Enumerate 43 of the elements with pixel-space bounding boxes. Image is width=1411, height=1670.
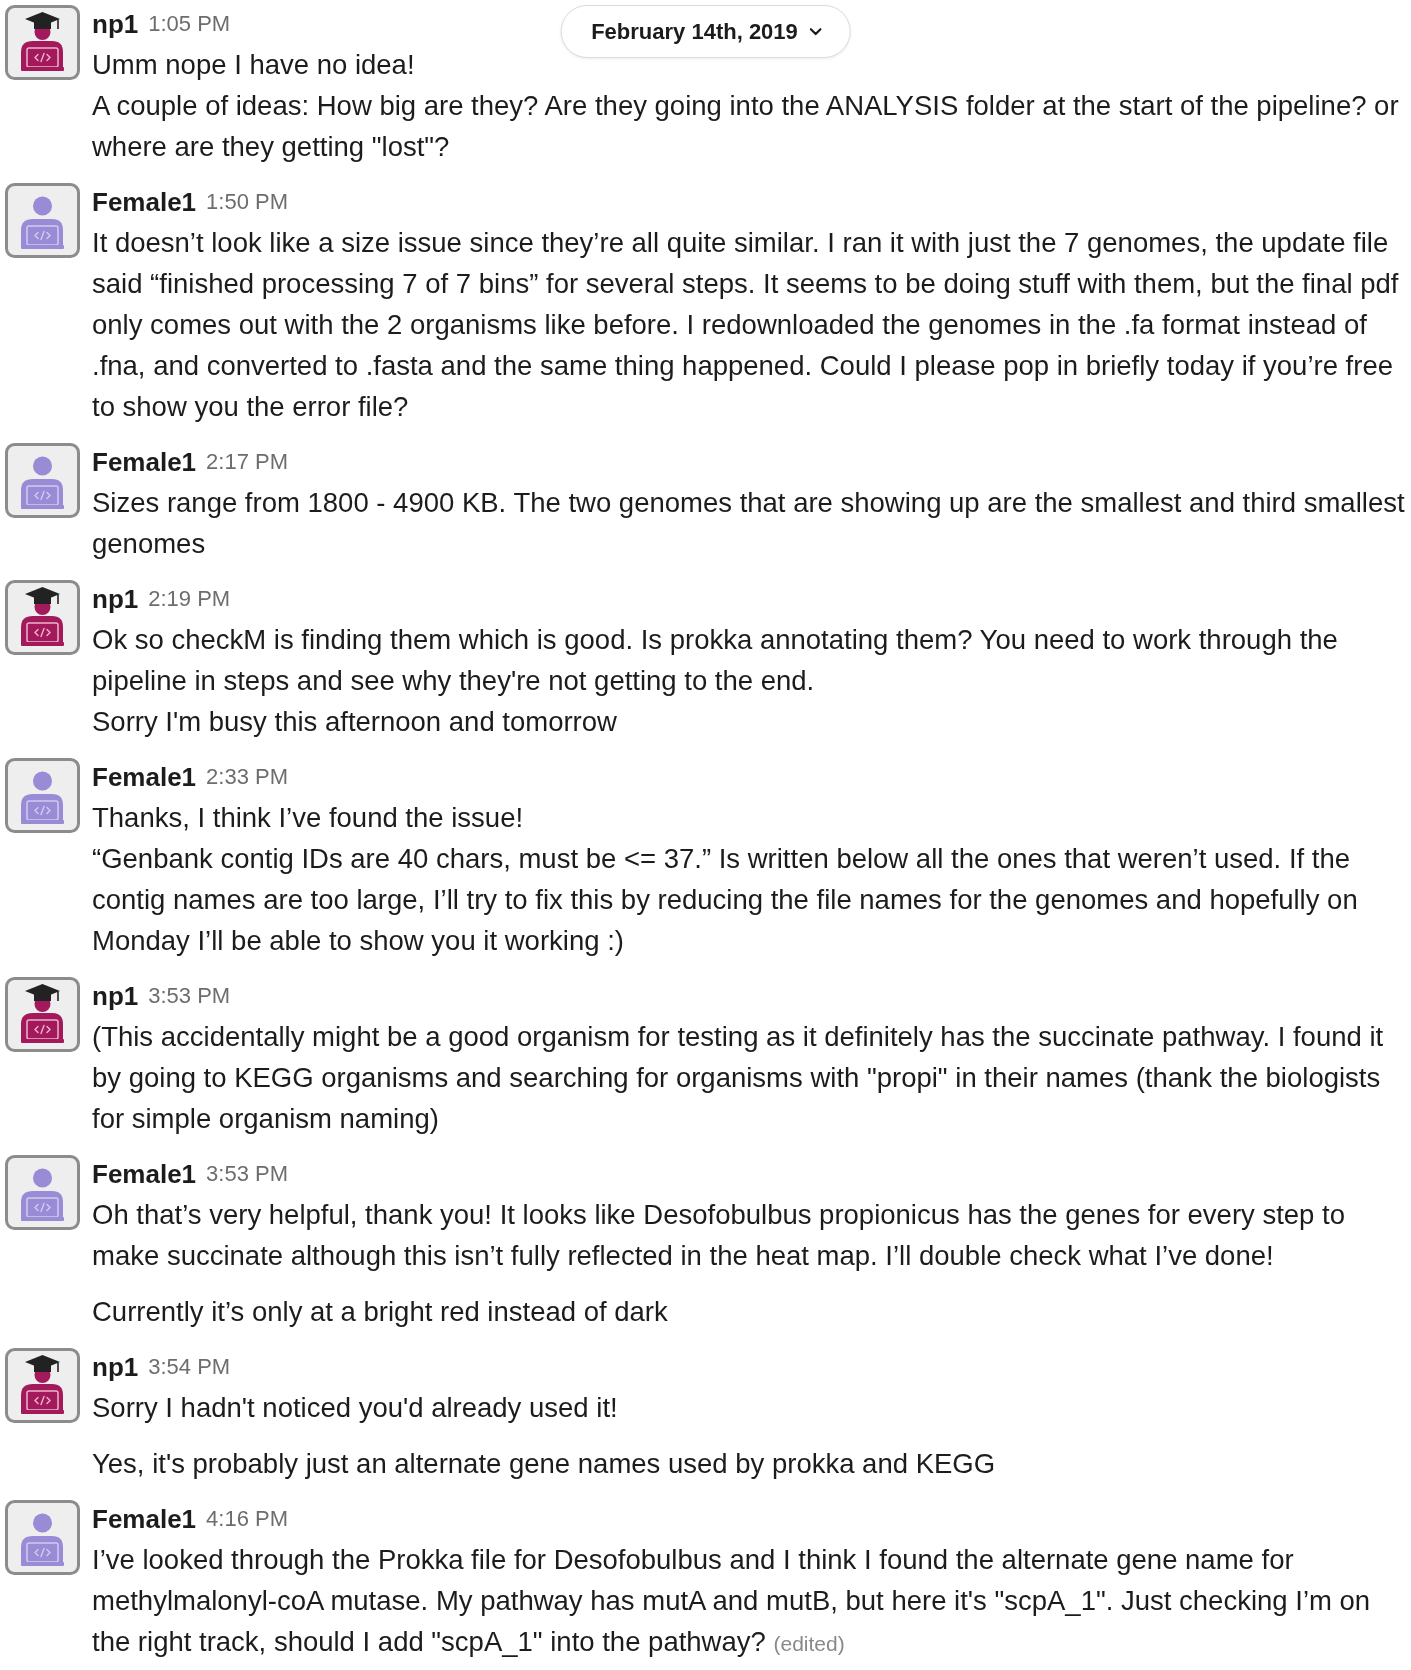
timestamp[interactable]: 2:19 PM <box>148 587 231 612</box>
graduate-avatar-icon[interactable] <box>5 977 80 1052</box>
timestamp[interactable]: 3:54 PM <box>148 1355 231 1380</box>
author-name[interactable]: Female1 <box>92 1505 197 1534</box>
timestamp[interactable]: 3:53 PM <box>206 1162 288 1187</box>
message-text: (This accidentally might be a good organism for testing as it definitely has the succinate pathway. I found it by going to KEGG organisms and searching for organisms with "propi" in their names (thank the biologists for simple organism naming) <box>92 1020 1385 1136</box>
date-button[interactable]: February 14th, 2019 <box>560 5 851 58</box>
person-avatar-icon[interactable] <box>5 1155 80 1230</box>
message-text: Sorry I hadn't noticed you'd already used it! <box>92 1391 619 1425</box>
timestamp[interactable]: 3:53 PM <box>148 984 231 1009</box>
message-text: Sizes range from 1800 - 4900 KB. The two genomes that are showing up are the smallest and third smallest genomes <box>92 486 1406 561</box>
author-name[interactable]: np1 <box>92 10 139 39</box>
message-text: I’ve looked through the Prokka file for Desofobulbus and I think I found the alternate gene name for methylmalonyl-coA mutase. My pathway has mutA and mutB, but here it's "scpA_1". Just checking I’m on the right track, should I add "scpA_1" into the pathway? (edited) <box>92 1543 1372 1659</box>
message-text: Yes, it's probably just an alternate gene names used by prokka and KEGG <box>92 1447 997 1481</box>
graduate-avatar-icon[interactable] <box>5 580 80 655</box>
message-text: Sorry I'm busy this afternoon and tomorrow <box>92 705 618 739</box>
author-name[interactable]: Female1 <box>92 188 197 217</box>
timestamp[interactable]: 4:16 PM <box>206 1507 288 1532</box>
author-name[interactable]: Female1 <box>92 763 197 792</box>
person-avatar-icon[interactable] <box>5 1500 80 1575</box>
graduate-avatar-icon[interactable] <box>5 5 80 80</box>
author-name[interactable]: Female1 <box>92 1160 197 1189</box>
message-text: Ok so checkM is finding them which is good. Is prokka annotating them? You need to work through the pipeline in steps and see why they're not getting to the end. <box>92 623 1339 698</box>
author-name[interactable]: np1 <box>92 982 139 1011</box>
message-text: “Genbank contig IDs are 40 chars, must be <= 37.” Is written below all the ones that weren’t used. If the contig names are too large, I’ll try to fix this by reducing the file names for the genomes and hopefully on Monday I’ll be able to show you it working :) <box>92 842 1359 958</box>
author-name[interactable]: Female1 <box>92 448 197 477</box>
timestamp[interactable]: 1:05 PM <box>148 12 231 37</box>
message-text: Currently it’s only at a bright red instead of dark <box>92 1295 669 1329</box>
message-text: Umm nope I have no idea! <box>92 48 416 82</box>
author-name[interactable]: np1 <box>92 585 139 614</box>
author-name[interactable]: np1 <box>92 1353 139 1382</box>
chevron-down-icon <box>809 27 822 36</box>
person-avatar-icon[interactable] <box>5 758 80 833</box>
person-avatar-icon[interactable] <box>5 183 80 258</box>
message-text: Oh that’s very helpful, thank you! It looks like Desofobulbus propionicus has the genes for every step to make succinate although this isn’t fully reflected in the heat map. I’ll double check what I’ve done! <box>92 1198 1346 1273</box>
message-text: It doesn’t look like a size issue since they’re all quite similar. I ran it with just the 7 genomes, the update file said “finished processing 7 of 7 bins” for several steps. It seems to be doing stuff with them, but the final pdf only comes out with the 2 organisms like before. I redownloaded the genomes in the .fa format instead of .fna, and converted to .fasta and the same thing happened. Could I please pop in briefly today if you’re free to show you the error file? <box>92 226 1400 424</box>
message-text: Thanks, I think I’ve found the issue! <box>92 801 525 835</box>
timestamp[interactable]: 2:17 PM <box>206 450 288 475</box>
person-avatar-icon[interactable] <box>5 443 80 518</box>
graduate-avatar-icon[interactable] <box>5 1348 80 1423</box>
timestamp[interactable]: 2:33 PM <box>206 765 288 790</box>
message-text: A couple of ideas: How big are they? Are they going into the ANALYSIS folder at the start of the pipeline? or where are they getting "lost"? <box>92 89 1400 164</box>
timestamp[interactable]: 1:50 PM <box>206 190 288 215</box>
